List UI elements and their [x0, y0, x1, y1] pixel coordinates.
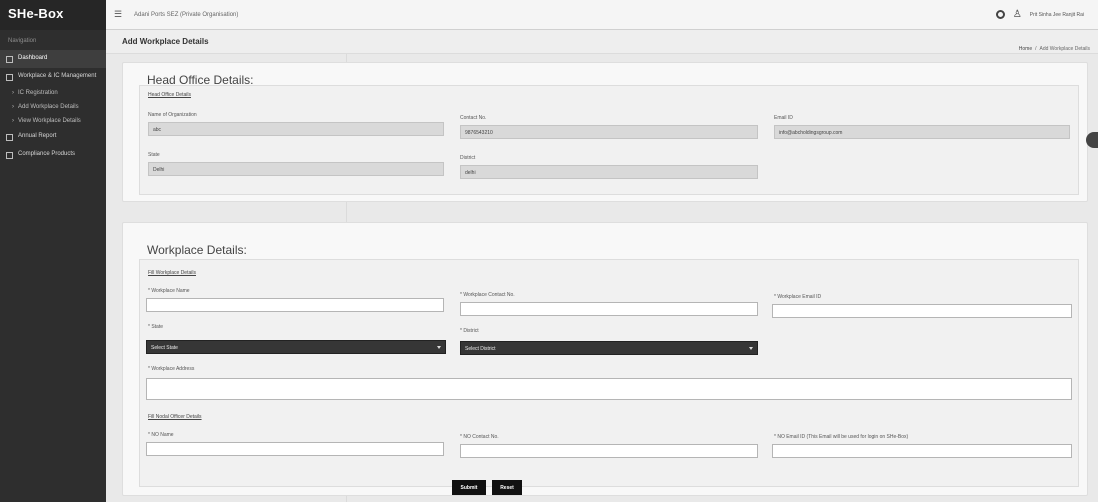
- notification-icon[interactable]: [995, 10, 1005, 19]
- no-contact-input[interactable]: [460, 444, 758, 458]
- no-email-label: * NO Email ID (This Email will be used f…: [774, 434, 909, 440]
- brand-logo[interactable]: SHe-Box: [0, 0, 106, 30]
- chevron-down-icon: [437, 346, 441, 349]
- workplace-district-label: * District: [460, 328, 479, 334]
- sidebar-item-ic-registration[interactable]: › IC Registration: [0, 86, 106, 100]
- org-name-label: Name of Organization: [148, 112, 197, 118]
- no-name-label: * NO Name: [148, 432, 174, 438]
- contact-field: 9876543210: [460, 125, 758, 139]
- email-field: info@abcholdingsgroup.com: [774, 125, 1070, 139]
- district-label: District: [460, 155, 476, 161]
- breadcrumb-separator: /: [1035, 46, 1037, 52]
- sidebar-item-label: Compliance Products: [18, 151, 76, 157]
- workplace-card: Workplace Details: Fill Workplace Detail…: [122, 222, 1088, 496]
- no-email-input[interactable]: [772, 444, 1072, 458]
- email-label: Email ID: [774, 115, 793, 121]
- workplace-contact-label: * Workplace Contact No.: [460, 292, 515, 298]
- organization-name: Adani Ports SEZ (Private Organisation): [134, 11, 239, 18]
- sidebar-item-dashboard[interactable]: Dashboard: [0, 50, 106, 68]
- sidebar-item-label: Annual Report: [18, 133, 57, 139]
- sidebar-item-workplace-ic[interactable]: Workplace & IC Management: [0, 68, 106, 86]
- workplace-address-input[interactable]: [146, 378, 1072, 400]
- district-select[interactable]: Select District: [460, 341, 758, 355]
- top-bar: ☰ Adani Ports SEZ (Private Organisation)…: [106, 0, 1098, 30]
- reset-button[interactable]: Reset: [492, 480, 522, 495]
- sidebar-item-label: View Workplace Details: [18, 118, 81, 124]
- sidebar-item-add-workplace[interactable]: › Add Workplace Details: [0, 100, 106, 114]
- head-office-card: Head Office Details: Head Office Details…: [122, 62, 1088, 202]
- head-office-section-link[interactable]: Head Office Details: [148, 92, 191, 98]
- workplace-email-input[interactable]: [772, 304, 1072, 318]
- no-name-input[interactable]: [146, 442, 444, 456]
- user-name[interactable]: Prit Sinha Jee Ranjit Rai: [1030, 12, 1084, 18]
- workplace-address-label: * Workplace Address: [148, 366, 195, 372]
- org-name-field: abc: [148, 122, 444, 136]
- state-select[interactable]: Select State: [146, 340, 446, 354]
- folder-icon: [6, 74, 13, 81]
- sidebar-item-view-workplace[interactable]: › View Workplace Details: [0, 114, 106, 128]
- menu-toggle-icon[interactable]: ☰: [114, 9, 124, 20]
- chevron-down-icon: [749, 347, 753, 350]
- workplace-name-input[interactable]: [146, 298, 444, 312]
- workplace-state-label: * State: [148, 324, 164, 330]
- user-icon[interactable]: ♙: [1013, 9, 1022, 20]
- workplace-email-label: * Workplace Email ID: [774, 294, 822, 300]
- state-label: State: [148, 152, 160, 158]
- title-bar: Add Workplace Details Home / Add Workpla…: [106, 30, 1098, 54]
- district-field: delhi: [460, 165, 758, 179]
- sidebar-item-annual-report[interactable]: Annual Report: [0, 128, 106, 146]
- dashboard-icon: [6, 56, 13, 63]
- sidebar-item-label: Workplace & IC Management: [18, 73, 97, 79]
- compliance-icon: [6, 152, 13, 159]
- bullet-icon: ›: [12, 90, 14, 96]
- sidebar-item-label: Dashboard: [18, 55, 48, 61]
- nodal-officer-section-link[interactable]: Fill Nodal Officer Details: [148, 414, 202, 420]
- workplace-name-label: * Workplace Name: [148, 288, 190, 294]
- top-right-area: ♙ Prit Sinha Jee Ranjit Rai: [995, 9, 1084, 20]
- sidebar-item-label: IC Registration: [18, 90, 58, 96]
- breadcrumb-home[interactable]: Home: [1019, 46, 1032, 52]
- sidebar-item-compliance[interactable]: Compliance Products: [0, 146, 106, 164]
- state-select-value: Select State: [151, 345, 178, 351]
- bullet-icon: ›: [12, 118, 14, 124]
- no-contact-label: * NO Contact No.: [460, 434, 499, 440]
- workplace-section-link[interactable]: Fill Workplace Details: [148, 270, 196, 276]
- sidebar-item-label: Add Workplace Details: [18, 104, 79, 110]
- page-title: Add Workplace Details: [122, 37, 209, 46]
- breadcrumb-current: Add Workplace Details: [1039, 46, 1091, 52]
- submit-button[interactable]: Submit: [452, 480, 486, 495]
- sidebar: SHe-Box Navigation Dashboard Workplace &…: [0, 0, 106, 502]
- breadcrumb: Home / Add Workplace Details: [1019, 46, 1090, 52]
- bullet-icon: ›: [12, 104, 14, 110]
- scroll-handle[interactable]: [1086, 132, 1098, 148]
- workplace-contact-input[interactable]: [460, 302, 758, 316]
- contact-label: Contact No.: [460, 115, 487, 121]
- head-office-panel: Head Office Details Name of Organization…: [139, 85, 1079, 195]
- district-select-value: Select District: [465, 346, 496, 352]
- workplace-title: Workplace Details:: [147, 243, 247, 257]
- workplace-panel: Fill Workplace Details * Workplace Name …: [139, 259, 1079, 487]
- report-icon: [6, 134, 13, 141]
- nav-heading: Navigation: [8, 38, 37, 44]
- state-field: Delhi: [148, 162, 444, 176]
